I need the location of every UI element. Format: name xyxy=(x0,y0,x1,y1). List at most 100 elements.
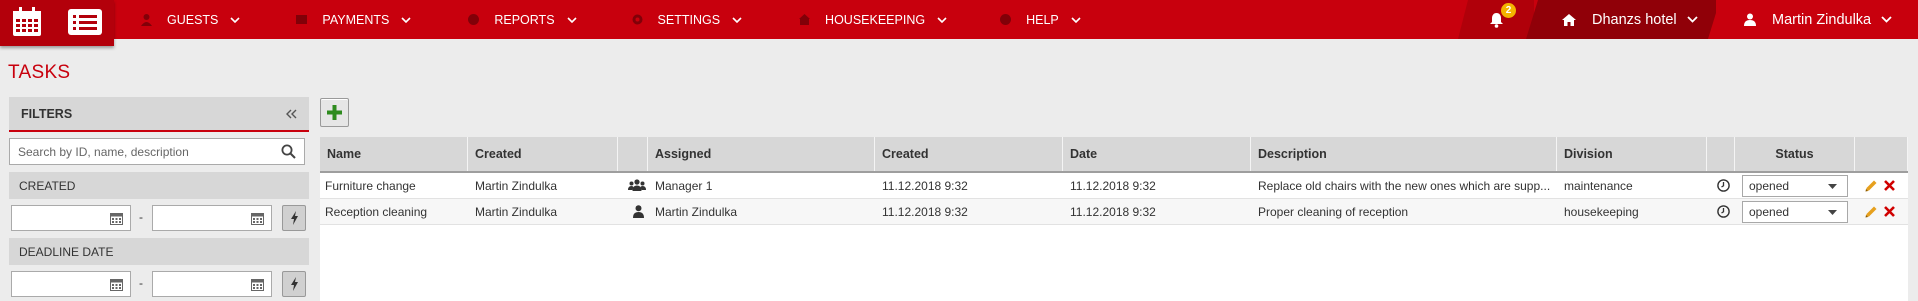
range-separator: - xyxy=(139,210,143,224)
chevron-down-icon xyxy=(1881,16,1892,23)
task-name: Reception cleaning xyxy=(325,204,428,219)
task-date: 11.12.2018 9:32 xyxy=(1070,204,1156,219)
chevron-down-icon xyxy=(732,16,742,23)
column-header-status[interactable]: Status xyxy=(1735,137,1855,171)
status-value: opened xyxy=(1749,205,1790,219)
calendar-icon[interactable] xyxy=(110,278,123,291)
created-filter-label: CREATED xyxy=(9,172,309,199)
app-logo-area xyxy=(0,0,114,46)
nav-label: REPORTS xyxy=(494,12,555,27)
user-icon xyxy=(1744,13,1756,26)
edit-pencil-icon[interactable] xyxy=(1864,179,1878,193)
chevron-down-icon xyxy=(1071,16,1081,23)
person-icon xyxy=(628,199,648,224)
notifications-button[interactable]: 2 xyxy=(1458,0,1534,39)
column-header-date[interactable]: Date xyxy=(1063,137,1251,171)
chevron-down-icon xyxy=(937,16,947,23)
task-description: Proper cleaning of reception xyxy=(1258,204,1409,219)
task-created: 11.12.2018 9:32 xyxy=(882,178,968,193)
table-row[interactable]: Reception cleaning Martin Zindulka Marti… xyxy=(320,199,1908,225)
task-created: 11.12.2018 9:32 xyxy=(882,204,968,219)
payment-icon xyxy=(296,15,308,24)
deadline-from-input[interactable] xyxy=(11,271,131,297)
nav-item-help[interactable]: HELP xyxy=(999,0,1081,39)
table-header: Name Created Assigned Created Date Descr… xyxy=(320,137,1908,173)
user-name: Martin Zindulka xyxy=(1772,11,1872,28)
task-description: Replace old chairs with the new ones whi… xyxy=(1258,178,1551,193)
nav-item-housekeeping[interactable]: HOUSEKEEPING xyxy=(798,0,947,39)
task-assigned: Manager 1 xyxy=(655,178,713,193)
search-box xyxy=(9,138,305,165)
search-input[interactable] xyxy=(18,144,268,159)
nav-item-reports[interactable]: REPORTS xyxy=(467,0,577,39)
task-name: Furniture change xyxy=(325,178,416,193)
search-icon[interactable] xyxy=(281,144,296,159)
lightning-icon xyxy=(290,277,298,291)
reports-icon xyxy=(468,14,480,25)
top-right-area: 2 Dhanzs hotel Martin Zindulka xyxy=(1458,0,1918,39)
column-header-created-by[interactable]: Created xyxy=(468,137,618,171)
column-header-description[interactable]: Description xyxy=(1251,137,1557,171)
tasks-table: Name Created Assigned Created Date Descr… xyxy=(320,137,1908,301)
calendar-icon[interactable] xyxy=(12,7,42,40)
caret-down-icon xyxy=(1828,184,1837,189)
column-header-name[interactable]: Name xyxy=(320,137,468,171)
column-header-created[interactable]: Created xyxy=(875,137,1063,171)
chevron-down-icon xyxy=(401,16,411,23)
gear-icon xyxy=(632,14,643,25)
task-assigned: Martin Zindulka xyxy=(655,204,738,219)
hotel-name: Dhanzs hotel xyxy=(1592,11,1677,28)
nav-label: HELP xyxy=(1026,12,1059,27)
created-from-input[interactable] xyxy=(11,205,131,231)
delete-icon[interactable] xyxy=(1884,206,1895,217)
hotel-selector[interactable]: Dhanzs hotel xyxy=(1526,0,1716,39)
column-header-division[interactable]: Division xyxy=(1557,137,1707,171)
range-separator: - xyxy=(139,276,143,290)
edit-pencil-icon[interactable] xyxy=(1864,205,1878,219)
column-header-assignee-type xyxy=(618,137,648,171)
collapse-double-chevron-icon[interactable] xyxy=(286,109,297,119)
calendar-icon[interactable] xyxy=(110,212,123,225)
housekeeping-icon xyxy=(799,14,811,25)
table-row[interactable]: Furniture change Martin Zindulka Manager… xyxy=(320,173,1908,199)
created-to-input[interactable] xyxy=(152,205,272,231)
status-select[interactable]: opened xyxy=(1742,175,1848,197)
caret-down-icon xyxy=(1828,210,1837,215)
plus-icon xyxy=(327,105,342,120)
created-date-range: - xyxy=(9,205,309,231)
notification-badge: 2 xyxy=(1501,3,1516,18)
nav-item-payments[interactable]: PAYMENTS xyxy=(295,0,411,39)
status-select[interactable]: opened xyxy=(1742,201,1848,223)
chevron-down-icon xyxy=(566,16,577,23)
delete-icon[interactable] xyxy=(1884,180,1895,191)
calendar-icon[interactable] xyxy=(251,212,264,225)
task-created-by: Martin Zindulka xyxy=(475,204,558,219)
nav-item-settings[interactable]: SETTINGS xyxy=(631,0,743,39)
task-created-by: Martin Zindulka xyxy=(475,178,558,193)
nav-label: SETTINGS xyxy=(657,12,721,27)
home-icon xyxy=(1562,13,1576,26)
main-menu: GUESTS PAYMENTS REPORTS SETTINGS HOUSEKE… xyxy=(114,0,1081,39)
calendar-icon[interactable] xyxy=(251,278,264,291)
clock-icon xyxy=(1712,199,1734,224)
created-quick-filter-button[interactable] xyxy=(282,205,306,231)
filters-title: FILTERS xyxy=(21,106,73,121)
help-icon xyxy=(1000,14,1012,25)
deadline-date-range: - xyxy=(9,271,309,297)
deadline-quick-filter-button[interactable] xyxy=(282,271,306,297)
user-menu[interactable]: Martin Zindulka xyxy=(1708,0,1918,39)
chevron-down-icon xyxy=(230,16,240,23)
deadline-filter-label: DEADLINE DATE xyxy=(9,238,309,265)
nav-item-guests[interactable]: GUESTS xyxy=(140,0,240,39)
list-icon[interactable] xyxy=(68,9,102,38)
column-header-actions xyxy=(1855,137,1908,171)
page-title: TASKS xyxy=(8,62,71,83)
nav-label: GUESTS xyxy=(167,12,219,27)
nav-label: PAYMENTS xyxy=(322,12,390,27)
add-task-button[interactable] xyxy=(320,98,349,127)
task-division: housekeeping xyxy=(1564,204,1639,219)
clock-icon xyxy=(1712,173,1734,198)
column-header-assigned[interactable]: Assigned xyxy=(648,137,875,171)
deadline-to-input[interactable] xyxy=(152,271,272,297)
lightning-icon xyxy=(290,211,298,225)
